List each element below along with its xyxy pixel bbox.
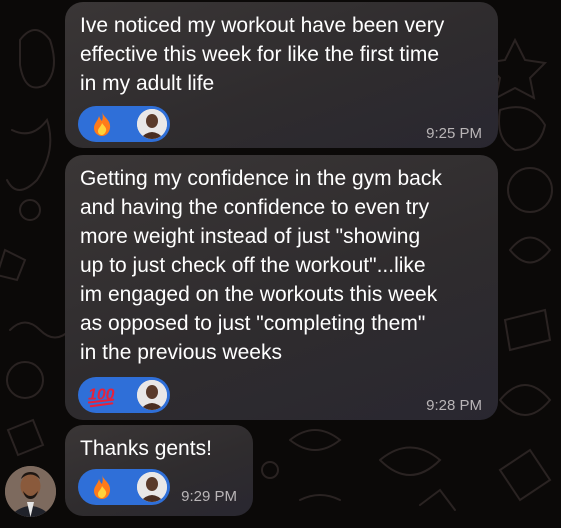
reaction-chip[interactable]	[78, 106, 170, 142]
hundred-points-icon: 100	[88, 381, 116, 409]
fire-icon	[88, 473, 116, 501]
message-timestamp: 9:25 PM	[426, 125, 482, 142]
fire-icon	[88, 110, 116, 138]
message-timestamp: 9:29 PM	[181, 488, 237, 505]
sender-avatar[interactable]	[5, 466, 56, 517]
reaction-chip[interactable]: 100	[78, 377, 170, 413]
message-text: Getting my confidence in the gym back an…	[80, 167, 442, 364]
reaction-chip[interactable]	[78, 469, 170, 505]
message-text: Thanks gents!	[80, 437, 212, 460]
message-timestamp: 9:28 PM	[426, 397, 482, 414]
message-bubble[interactable]: Getting my confidence in the gym back an…	[65, 155, 498, 420]
reactor-avatar	[137, 472, 167, 502]
reactor-avatar	[137, 109, 167, 139]
message-bubble[interactable]: Ive noticed my workout have been very ef…	[65, 2, 498, 148]
message-text: Ive noticed my workout have been very ef…	[80, 14, 445, 95]
message-bubble[interactable]: Thanks gents! 9:29 PM	[65, 425, 253, 516]
reactor-avatar	[137, 380, 167, 410]
